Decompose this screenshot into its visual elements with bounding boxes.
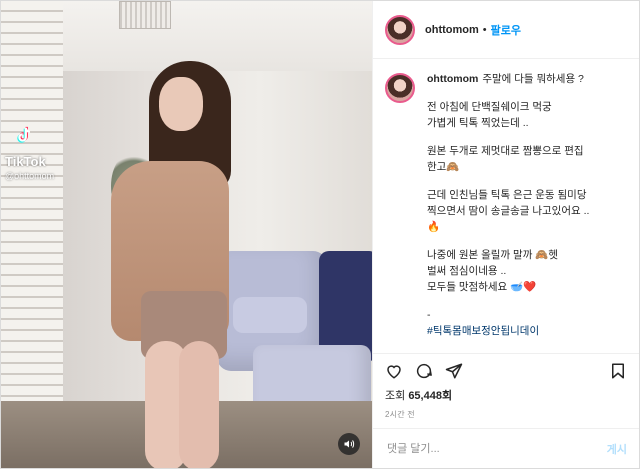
caption: ohttomom 주말에 다들 뭐하세용 ? 전 아침에 단백질쉐이크 먹궁 가볍… [427, 71, 589, 351]
follow-button[interactable]: 팔로우 [491, 22, 521, 38]
media-person [71, 61, 241, 468]
heart-icon[interactable] [385, 362, 403, 380]
post-header: ohttomom • 팔로우 [373, 1, 639, 59]
view-count[interactable]: 조회 65,448회 [373, 387, 639, 403]
post-sidebar: ohttomom • 팔로우 ohttomom 주말에 다들 뭐하세용 ? 전 아… [372, 1, 639, 468]
caption-paragraph: - [427, 309, 431, 321]
comments-area[interactable]: ohttomom 주말에 다들 뭐하세용 ? 전 아침에 단백질쉐이크 먹궁 가볍… [373, 59, 639, 353]
comment-input[interactable] [385, 441, 607, 456]
speaker-icon [344, 440, 355, 448]
share-icon[interactable] [445, 362, 463, 380]
person-leg [179, 341, 219, 468]
caption-paragraph: 근데 인친님들 틱톡 은근 운동 됨미당 찍으면서 땀이 송글송글 나고있어요 … [427, 189, 590, 233]
media-blinds [1, 1, 63, 468]
separator-dot: • [482, 23, 487, 36]
post-comment-button[interactable]: 게시 [607, 441, 627, 457]
person-face [159, 77, 203, 131]
caption-paragraph: 나중에 원본 올릴까 말까 🙈헷 벌써 점심이네용 .. 모두들 맛점하세요 🥣… [427, 249, 559, 293]
header-username[interactable]: ohttomom [425, 24, 479, 36]
views-prefix: 조회 [385, 390, 406, 402]
instagram-post: TikTok @ohttomom ohttomom • 팔로우 ohttomom… [0, 0, 640, 469]
tiktok-watermark: TikTok @ohttomom [5, 125, 75, 181]
media-cushion [233, 297, 307, 333]
caption-first-line: 주말에 다들 뭐하세용 ? [482, 73, 584, 85]
post-media[interactable]: TikTok @ohttomom [1, 1, 372, 468]
post-time[interactable]: 2시간 전 [373, 403, 639, 428]
comment-box: 게시 [373, 428, 639, 468]
tiktok-handle: @ohttomom [5, 171, 55, 181]
tiktok-label: TikTok [5, 154, 46, 169]
avatar[interactable] [385, 14, 415, 45]
caption-username[interactable]: ohttomom [427, 73, 478, 85]
caption-paragraph: 원본 두개로 제멋대로 짬뽕으로 편집 한고🙈 [427, 145, 584, 173]
caption-hashtag[interactable]: #틱톡몸매보정안됩니데이 [427, 323, 589, 339]
caption-avatar[interactable] [385, 73, 415, 103]
media-vent [119, 1, 171, 29]
tiktok-icon [17, 126, 31, 143]
views-value: 65,448회 [408, 390, 453, 402]
comment-icon[interactable] [415, 362, 433, 380]
bookmark-icon[interactable] [609, 362, 627, 380]
action-bar [373, 353, 639, 387]
sound-toggle-button[interactable] [338, 433, 360, 455]
caption-row: ohttomom 주말에 다들 뭐하세용 ? 전 아침에 단백질쉐이크 먹궁 가볍… [385, 71, 627, 351]
caption-paragraph: 전 아침에 단백질쉐이크 먹궁 가볍게 틱톡 찍었는데 .. [427, 101, 552, 129]
